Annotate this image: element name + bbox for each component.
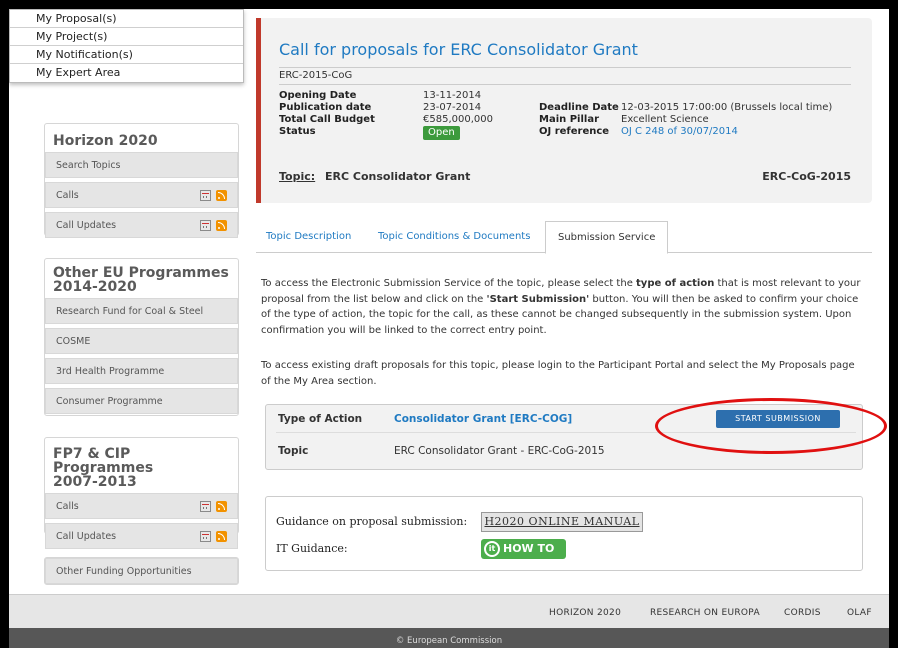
calendar-icon[interactable] [200,220,211,231]
sidebar-horizon-2020: Horizon 2020 Search Topics Calls Call Up… [44,123,239,238]
how-to-button[interactable]: it HOW TO [481,539,566,559]
status-label: Status [279,126,316,137]
sidebar-other-funding: Other Funding Opportunities [44,557,239,585]
type-of-action-label: Type of Action [278,413,363,425]
guidance-box: Guidance on proposal submission: H2020 O… [265,496,863,571]
sidebar-item-label: Calls [56,501,79,512]
footer-link-olaf[interactable]: OLAF [847,608,872,618]
budget-label: Total Call Budget [279,114,375,125]
status-badge: Open [423,126,460,140]
topic-row-value: ERC Consolidator Grant - ERC-CoG-2015 [394,445,605,457]
type-of-action-link[interactable]: Consolidator Grant [ERC-COG] [394,413,572,425]
menu-item-my-notifications[interactable]: My Notification(s) [10,46,243,64]
footer-link-horizon-2020[interactable]: HORIZON 2020 [549,608,621,618]
call-title: Call for proposals for ERC Consolidator … [279,40,638,59]
sidebar-item-label: Calls [56,190,79,201]
sidebar-item-label: Research Fund for Coal & Steel [56,306,204,317]
heading-line1: FP7 & CIP Programmes [53,446,154,476]
sidebar-heading-fp7: FP7 & CIP Programmes 2007-2013 [45,438,238,493]
submission-instructions: To access the Electronic Submission Serv… [261,276,867,338]
menu-item-my-proposals[interactable]: My Proposal(s) [10,10,243,28]
instructions-emphasis: 'Start Submission' [486,293,590,305]
tab-topic-conditions[interactable]: Topic Conditions & Documents [378,231,530,242]
how-to-label: HOW TO [503,542,555,555]
sidebar-item-label: 3rd Health Programme [56,366,165,377]
topic-code: ERC-CoG-2015 [762,170,851,183]
calendar-icon[interactable] [200,501,211,512]
sidebar-item-label: Call Updates [56,531,117,542]
draft-proposals-note: To access existing draft proposals for t… [261,360,855,387]
calendar-icon[interactable] [200,190,211,201]
rss-icon[interactable] [216,501,227,512]
sidebar-item-label: Other Funding Opportunities [56,566,192,577]
call-meta-right-labels: Deadline Date Main Pillar OJ reference [539,102,619,138]
menu-item-my-projects[interactable]: My Project(s) [10,28,243,46]
highlight-ellipse [655,398,887,454]
rss-icon[interactable] [216,531,227,542]
sidebar-heading-other-eu: Other EU Programmes 2014-2020 [45,259,238,298]
sidebar-item-cosme[interactable]: COSME [45,328,238,354]
sidebar-item-label: COSME [56,336,91,347]
tab-submission-service[interactable]: Submission Service [545,221,669,254]
sidebar-item-consumer[interactable]: Consumer Programme [45,388,238,414]
sidebar-item-calls[interactable]: Calls [45,182,238,208]
topic-label: Topic: [279,170,316,183]
sidebar-other-eu: Other EU Programmes 2014-2020 Research F… [44,258,239,416]
main-pillar-label: Main Pillar [539,114,600,125]
rss-icon[interactable] [216,220,227,231]
call-meta-values: 13-11-2014 23-07-2014 €585,000,000 Open [423,90,493,140]
user-menu: My Proposal(s) My Project(s) My Notifica… [9,9,244,83]
opening-date-label: Opening Date [279,90,357,101]
footer-copyright: © European Commission [9,628,889,648]
oj-reference-link[interactable]: OJ C 248 of 30/07/2014 [621,126,738,137]
footer-links: HORIZON 2020 RESEARCH ON EUROPA CORDIS O… [9,594,889,628]
sidebar-item-fp7-call-updates[interactable]: Call Updates [45,523,238,549]
h2020-online-manual-button[interactable]: H2020 ONLINE MANUAL [481,512,643,532]
topic-line: Topic: ERC Consolidator Grant ERC-CoG-20… [279,170,851,183]
deadline-value: 12-03-2015 17:00:00 (Brussels local time… [621,102,833,113]
budget-value: €585,000,000 [423,114,493,125]
opening-date-value: 13-11-2014 [423,90,482,101]
sidebar-item-fp7-calls[interactable]: Calls [45,493,238,519]
instructions-emphasis: type of action [636,278,715,289]
footer-link-cordis[interactable]: CORDIS [784,608,821,618]
heading-line2: 2007-2013 [53,474,137,490]
menu-item-my-expert-area[interactable]: My Expert Area [10,64,243,82]
footer-link-research-on-europa[interactable]: RESEARCH ON EUROPA [650,608,760,618]
sidebar-fp7-cip: FP7 & CIP Programmes 2007-2013 Calls Cal… [44,437,239,549]
sidebar-item-label: Search Topics [56,160,121,171]
sidebar-item-label: Consumer Programme [56,396,163,407]
sidebar-item-call-updates[interactable]: Call Updates [45,212,238,238]
publication-date-value: 23-07-2014 [423,102,482,113]
heading-line2: 2014-2020 [53,279,137,295]
deadline-label: Deadline Date [539,102,619,113]
call-meta-right-values: 12-03-2015 17:00:00 (Brussels local time… [621,102,832,138]
tab-topic-description[interactable]: Topic Description [266,231,351,242]
sidebar-item-coal-steel[interactable]: Research Fund for Coal & Steel [45,298,238,324]
topic-name: ERC Consolidator Grant [325,170,471,183]
instructions-text: To access the Electronic Submission Serv… [261,278,637,289]
publication-date-label: Publication date [279,102,372,113]
page: My Proposal(s) My Project(s) My Notifica… [9,9,889,648]
call-meta-left: Opening Date Publication date Total Call… [279,90,375,138]
calendar-icon[interactable] [200,531,211,542]
topic-tabs: Topic Description Topic Conditions & Doc… [256,217,872,254]
sidebar-item-health[interactable]: 3rd Health Programme [45,358,238,384]
sidebar-item-search-topics[interactable]: Search Topics [45,152,238,178]
sidebar-item-other-funding[interactable]: Other Funding Opportunities [45,558,238,584]
it-guidance-label: IT Guidance: [276,542,348,555]
topic-row-label: Topic [278,445,309,457]
call-identifier: ERC-2015-CoG [279,67,851,85]
guidance-proposal-label: Guidance on proposal submission: [276,515,468,528]
sidebar-item-label: Call Updates [56,220,117,231]
rss-icon[interactable] [216,190,227,201]
oj-reference-label: OJ reference [539,126,610,137]
sidebar-heading-horizon: Horizon 2020 [53,133,158,149]
main-pillar-value: Excellent Science [621,114,709,125]
it-icon: it [484,541,500,557]
call-header: Call for proposals for ERC Consolidator … [256,18,872,203]
